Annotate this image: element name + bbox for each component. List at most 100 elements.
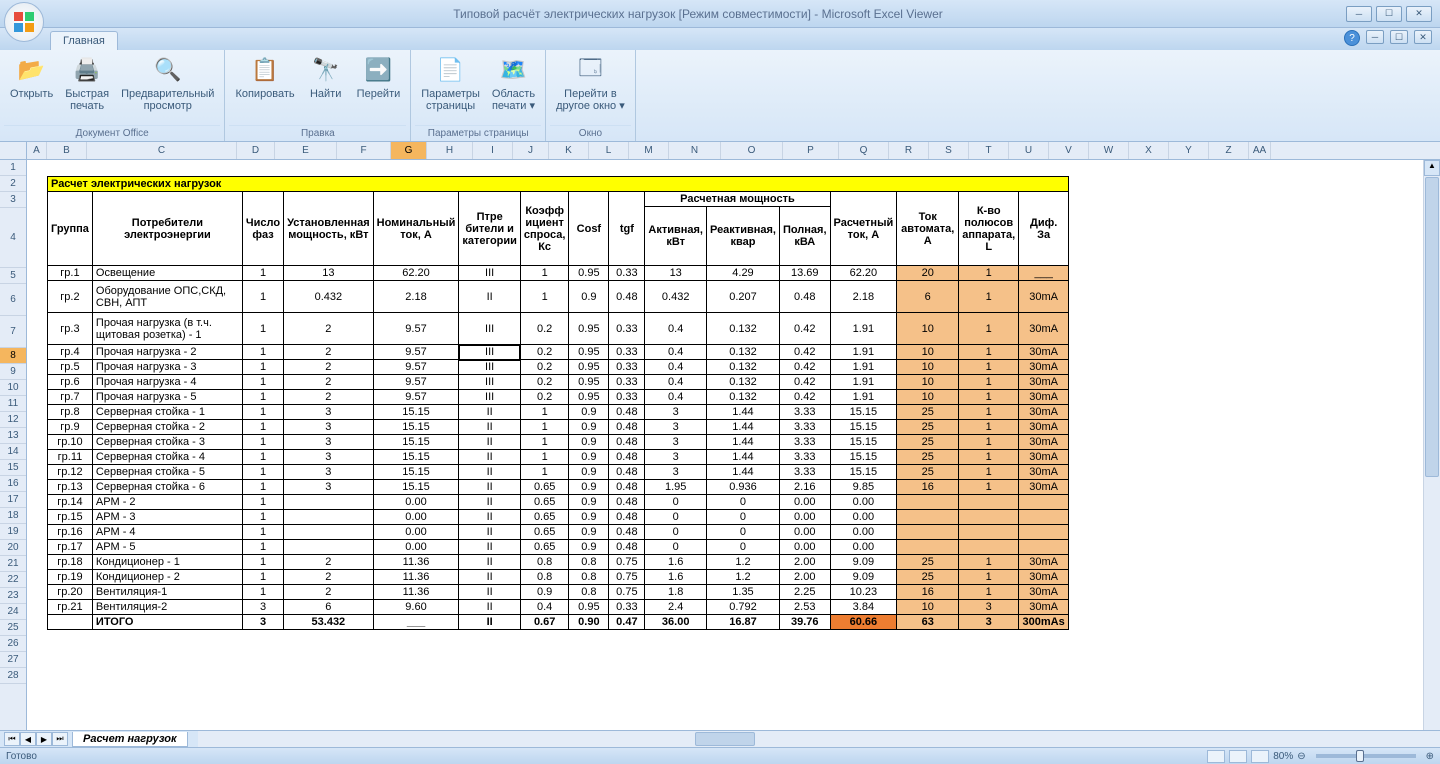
table-row[interactable]: гр.5Прочая нагрузка - 3129.57III0.20.950… — [48, 360, 1069, 375]
row-header-2[interactable]: 2 — [0, 176, 26, 192]
help-button[interactable]: ? — [1344, 30, 1360, 46]
col-header-X[interactable]: X — [1129, 142, 1169, 159]
col-header-C[interactable]: C — [87, 142, 237, 159]
table-row[interactable]: гр.17АРМ - 510.00II0.650.90.48000.000.00 — [48, 540, 1069, 555]
col-header-T[interactable]: T — [969, 142, 1009, 159]
print-preview-button[interactable]: 🔍Предварительный просмотр — [115, 52, 220, 125]
row-header-7[interactable]: 7 — [0, 316, 26, 348]
table-row[interactable]: ИТОГО353.432___II0.670.900.4736.0016.873… — [48, 615, 1069, 630]
row-header-4[interactable]: 4 — [0, 208, 26, 268]
row-header-10[interactable]: 10 — [0, 380, 26, 396]
office-button[interactable] — [4, 2, 44, 42]
maximize-button[interactable]: ☐ — [1376, 6, 1402, 22]
doc-restore-button[interactable]: ☐ — [1390, 30, 1408, 44]
spreadsheet-grid[interactable]: 1234567891011121314151617181920212223242… — [0, 142, 1440, 730]
minimize-button[interactable]: ─ — [1346, 6, 1372, 22]
row-header-23[interactable]: 23 — [0, 588, 26, 604]
horizontal-scrollbar[interactable] — [198, 731, 1440, 747]
row-header-9[interactable]: 9 — [0, 364, 26, 380]
quick-print-button[interactable]: 🖨️Быстрая печать — [59, 52, 115, 125]
table-row[interactable]: гр.10Серверная стойка - 31315.15II10.90.… — [48, 435, 1069, 450]
table-row[interactable]: гр.20Вентиляция-11211.36II0.90.80.751.81… — [48, 585, 1069, 600]
table-row[interactable]: гр.3Прочая нагрузка (в т.ч. щитовая розе… — [48, 313, 1069, 345]
zoom-in-button[interactable]: ⊕ — [1426, 751, 1434, 762]
table-row[interactable]: гр.9Серверная стойка - 21315.15II10.90.4… — [48, 420, 1069, 435]
tab-home[interactable]: Главная — [50, 31, 118, 50]
col-header-V[interactable]: V — [1049, 142, 1089, 159]
table-row[interactable]: гр.11Серверная стойка - 41315.15II10.90.… — [48, 450, 1069, 465]
col-header-K[interactable]: K — [549, 142, 589, 159]
row-header-26[interactable]: 26 — [0, 636, 26, 652]
view-normal-button[interactable] — [1207, 750, 1225, 763]
row-header-17[interactable]: 17 — [0, 492, 26, 508]
col-header-N[interactable]: N — [669, 142, 721, 159]
col-header-Y[interactable]: Y — [1169, 142, 1209, 159]
table-row[interactable]: гр.16АРМ - 410.00II0.650.90.48000.000.00 — [48, 525, 1069, 540]
select-all-corner[interactable] — [0, 142, 26, 160]
table-row[interactable]: гр.19Кондиционер - 21211.36II0.80.80.751… — [48, 570, 1069, 585]
page-setup-button[interactable]: 📄Параметры страницы — [415, 52, 486, 125]
copy-button[interactable]: 📋Копировать — [229, 52, 300, 125]
table-row[interactable]: гр.8Серверная стойка - 11315.15II10.90.4… — [48, 405, 1069, 420]
col-header-J[interactable]: J — [513, 142, 549, 159]
row-header-21[interactable]: 21 — [0, 556, 26, 572]
row-header-16[interactable]: 16 — [0, 476, 26, 492]
vscroll-thumb[interactable] — [1425, 177, 1439, 477]
col-header-A[interactable]: A — [27, 142, 47, 159]
row-header-11[interactable]: 11 — [0, 396, 26, 412]
table-row[interactable]: гр.2Оборудование ОПС,СКД, СВН, АПТ10.432… — [48, 281, 1069, 313]
row-header-1[interactable]: 1 — [0, 160, 26, 176]
col-header-D[interactable]: D — [237, 142, 275, 159]
row-header-14[interactable]: 14 — [0, 444, 26, 460]
col-header-O[interactable]: O — [721, 142, 783, 159]
table-row[interactable]: гр.7Прочая нагрузка - 5129.57III0.20.950… — [48, 390, 1069, 405]
table-row[interactable]: гр.12Серверная стойка - 51315.15II10.90.… — [48, 465, 1069, 480]
row-header-8[interactable]: 8 — [0, 348, 26, 364]
col-header-B[interactable]: B — [47, 142, 87, 159]
row-header-24[interactable]: 24 — [0, 604, 26, 620]
row-header-19[interactable]: 19 — [0, 524, 26, 540]
row-header-3[interactable]: 3 — [0, 192, 26, 208]
col-header-U[interactable]: U — [1009, 142, 1049, 159]
row-header-15[interactable]: 15 — [0, 460, 26, 476]
row-header-25[interactable]: 25 — [0, 620, 26, 636]
column-headers[interactable]: ABCDEFGHIJKLMNOPQRSTUVWXYZAA — [27, 142, 1440, 160]
row-header-27[interactable]: 27 — [0, 652, 26, 668]
sheet-tab-active[interactable]: Расчет нагрузок — [72, 732, 188, 747]
zoom-out-button[interactable]: ⊖ — [1297, 751, 1305, 762]
row-header-13[interactable]: 13 — [0, 428, 26, 444]
goto-button[interactable]: ➡️Перейти — [351, 52, 407, 125]
table-row[interactable]: гр.4Прочая нагрузка - 2129.57III0.20.950… — [48, 345, 1069, 360]
table-row[interactable]: гр.15АРМ - 310.00II0.650.90.48000.000.00 — [48, 510, 1069, 525]
table-row[interactable]: гр.6Прочая нагрузка - 4129.57III0.20.950… — [48, 375, 1069, 390]
sheet-nav-first[interactable]: ⏮ — [4, 732, 20, 746]
sheet-nav-prev[interactable]: ◀ — [20, 732, 36, 746]
row-header-22[interactable]: 22 — [0, 572, 26, 588]
zoom-thumb[interactable] — [1356, 750, 1364, 762]
table-row[interactable]: гр.1Освещение11362.20III10.950.33134.291… — [48, 266, 1069, 281]
col-header-S[interactable]: S — [929, 142, 969, 159]
col-header-L[interactable]: L — [589, 142, 629, 159]
view-pagebreak-button[interactable] — [1251, 750, 1269, 763]
row-header-20[interactable]: 20 — [0, 540, 26, 556]
col-header-I[interactable]: I — [473, 142, 513, 159]
close-button[interactable]: ✕ — [1406, 6, 1432, 22]
doc-close-button[interactable]: ✕ — [1414, 30, 1432, 44]
row-headers[interactable]: 1234567891011121314151617181920212223242… — [0, 142, 27, 730]
table-row[interactable]: гр.13Серверная стойка - 61315.15II0.650.… — [48, 480, 1069, 495]
hscroll-thumb[interactable] — [695, 732, 755, 746]
col-header-P[interactable]: P — [783, 142, 839, 159]
scroll-up-button[interactable]: ▲ — [1424, 160, 1440, 176]
doc-minimize-button[interactable]: ─ — [1366, 30, 1384, 44]
vertical-scrollbar[interactable]: ▲ — [1423, 160, 1440, 730]
col-header-AA[interactable]: AA — [1249, 142, 1271, 159]
col-header-R[interactable]: R — [889, 142, 929, 159]
col-header-Z[interactable]: Z — [1209, 142, 1249, 159]
col-header-H[interactable]: H — [427, 142, 473, 159]
row-header-28[interactable]: 28 — [0, 668, 26, 684]
row-header-12[interactable]: 12 — [0, 412, 26, 428]
table-row[interactable]: гр.21Вентиляция-2369.60II0.40.950.332.40… — [48, 600, 1069, 615]
switch-window-button[interactable]: 🗔Перейти в другое окно ▾ — [550, 52, 631, 125]
row-header-5[interactable]: 5 — [0, 268, 26, 284]
row-header-18[interactable]: 18 — [0, 508, 26, 524]
